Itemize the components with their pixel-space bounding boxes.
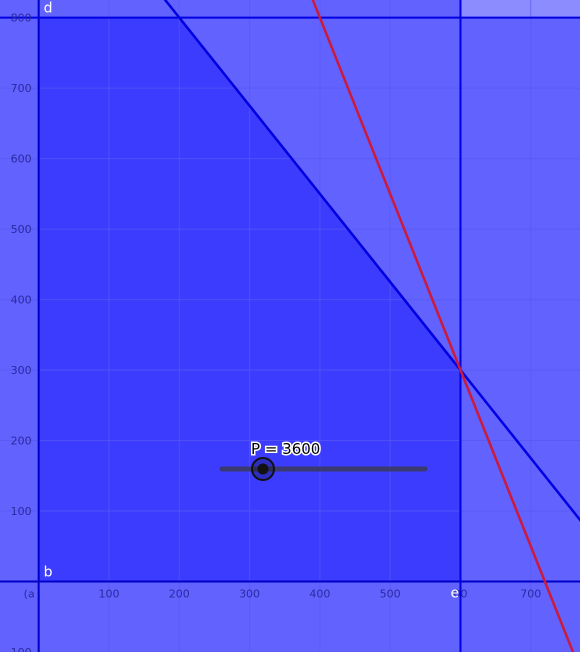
x-tick-label: 700: [520, 588, 541, 601]
y-tick-label: 400: [11, 294, 32, 307]
y-tick-label: 200: [11, 435, 32, 448]
origin-label: (a: [24, 588, 35, 601]
slider-knob-center[interactable]: [257, 463, 269, 475]
x-tick-label: 500: [380, 588, 401, 601]
y-tick-label: 100: [11, 505, 32, 518]
slider-value-label: P = 3600: [251, 440, 320, 458]
unbounded-region-top-right: [460, 0, 580, 18]
graph-canvas[interactable]: 100 200 300 400 500 00 700 1002003004005006007…: [0, 0, 580, 652]
x-tick-label: 400: [309, 588, 330, 601]
x-tick-label: 200: [169, 588, 190, 601]
line-label-d: d: [44, 1, 53, 17]
y-tick-label-negative: 100: [11, 646, 32, 652]
y-tick-label: 500: [11, 223, 32, 236]
x-tick-label: 300: [239, 588, 260, 601]
y-tick-label: 300: [11, 364, 32, 377]
x-tick-label: 100: [98, 588, 119, 601]
line-label-e: e: [450, 586, 459, 602]
y-tick-label: 700: [11, 82, 32, 95]
y-tick-label: 600: [11, 153, 32, 166]
line-label-b: b: [44, 565, 53, 581]
y-tick-label: 800: [11, 12, 32, 25]
